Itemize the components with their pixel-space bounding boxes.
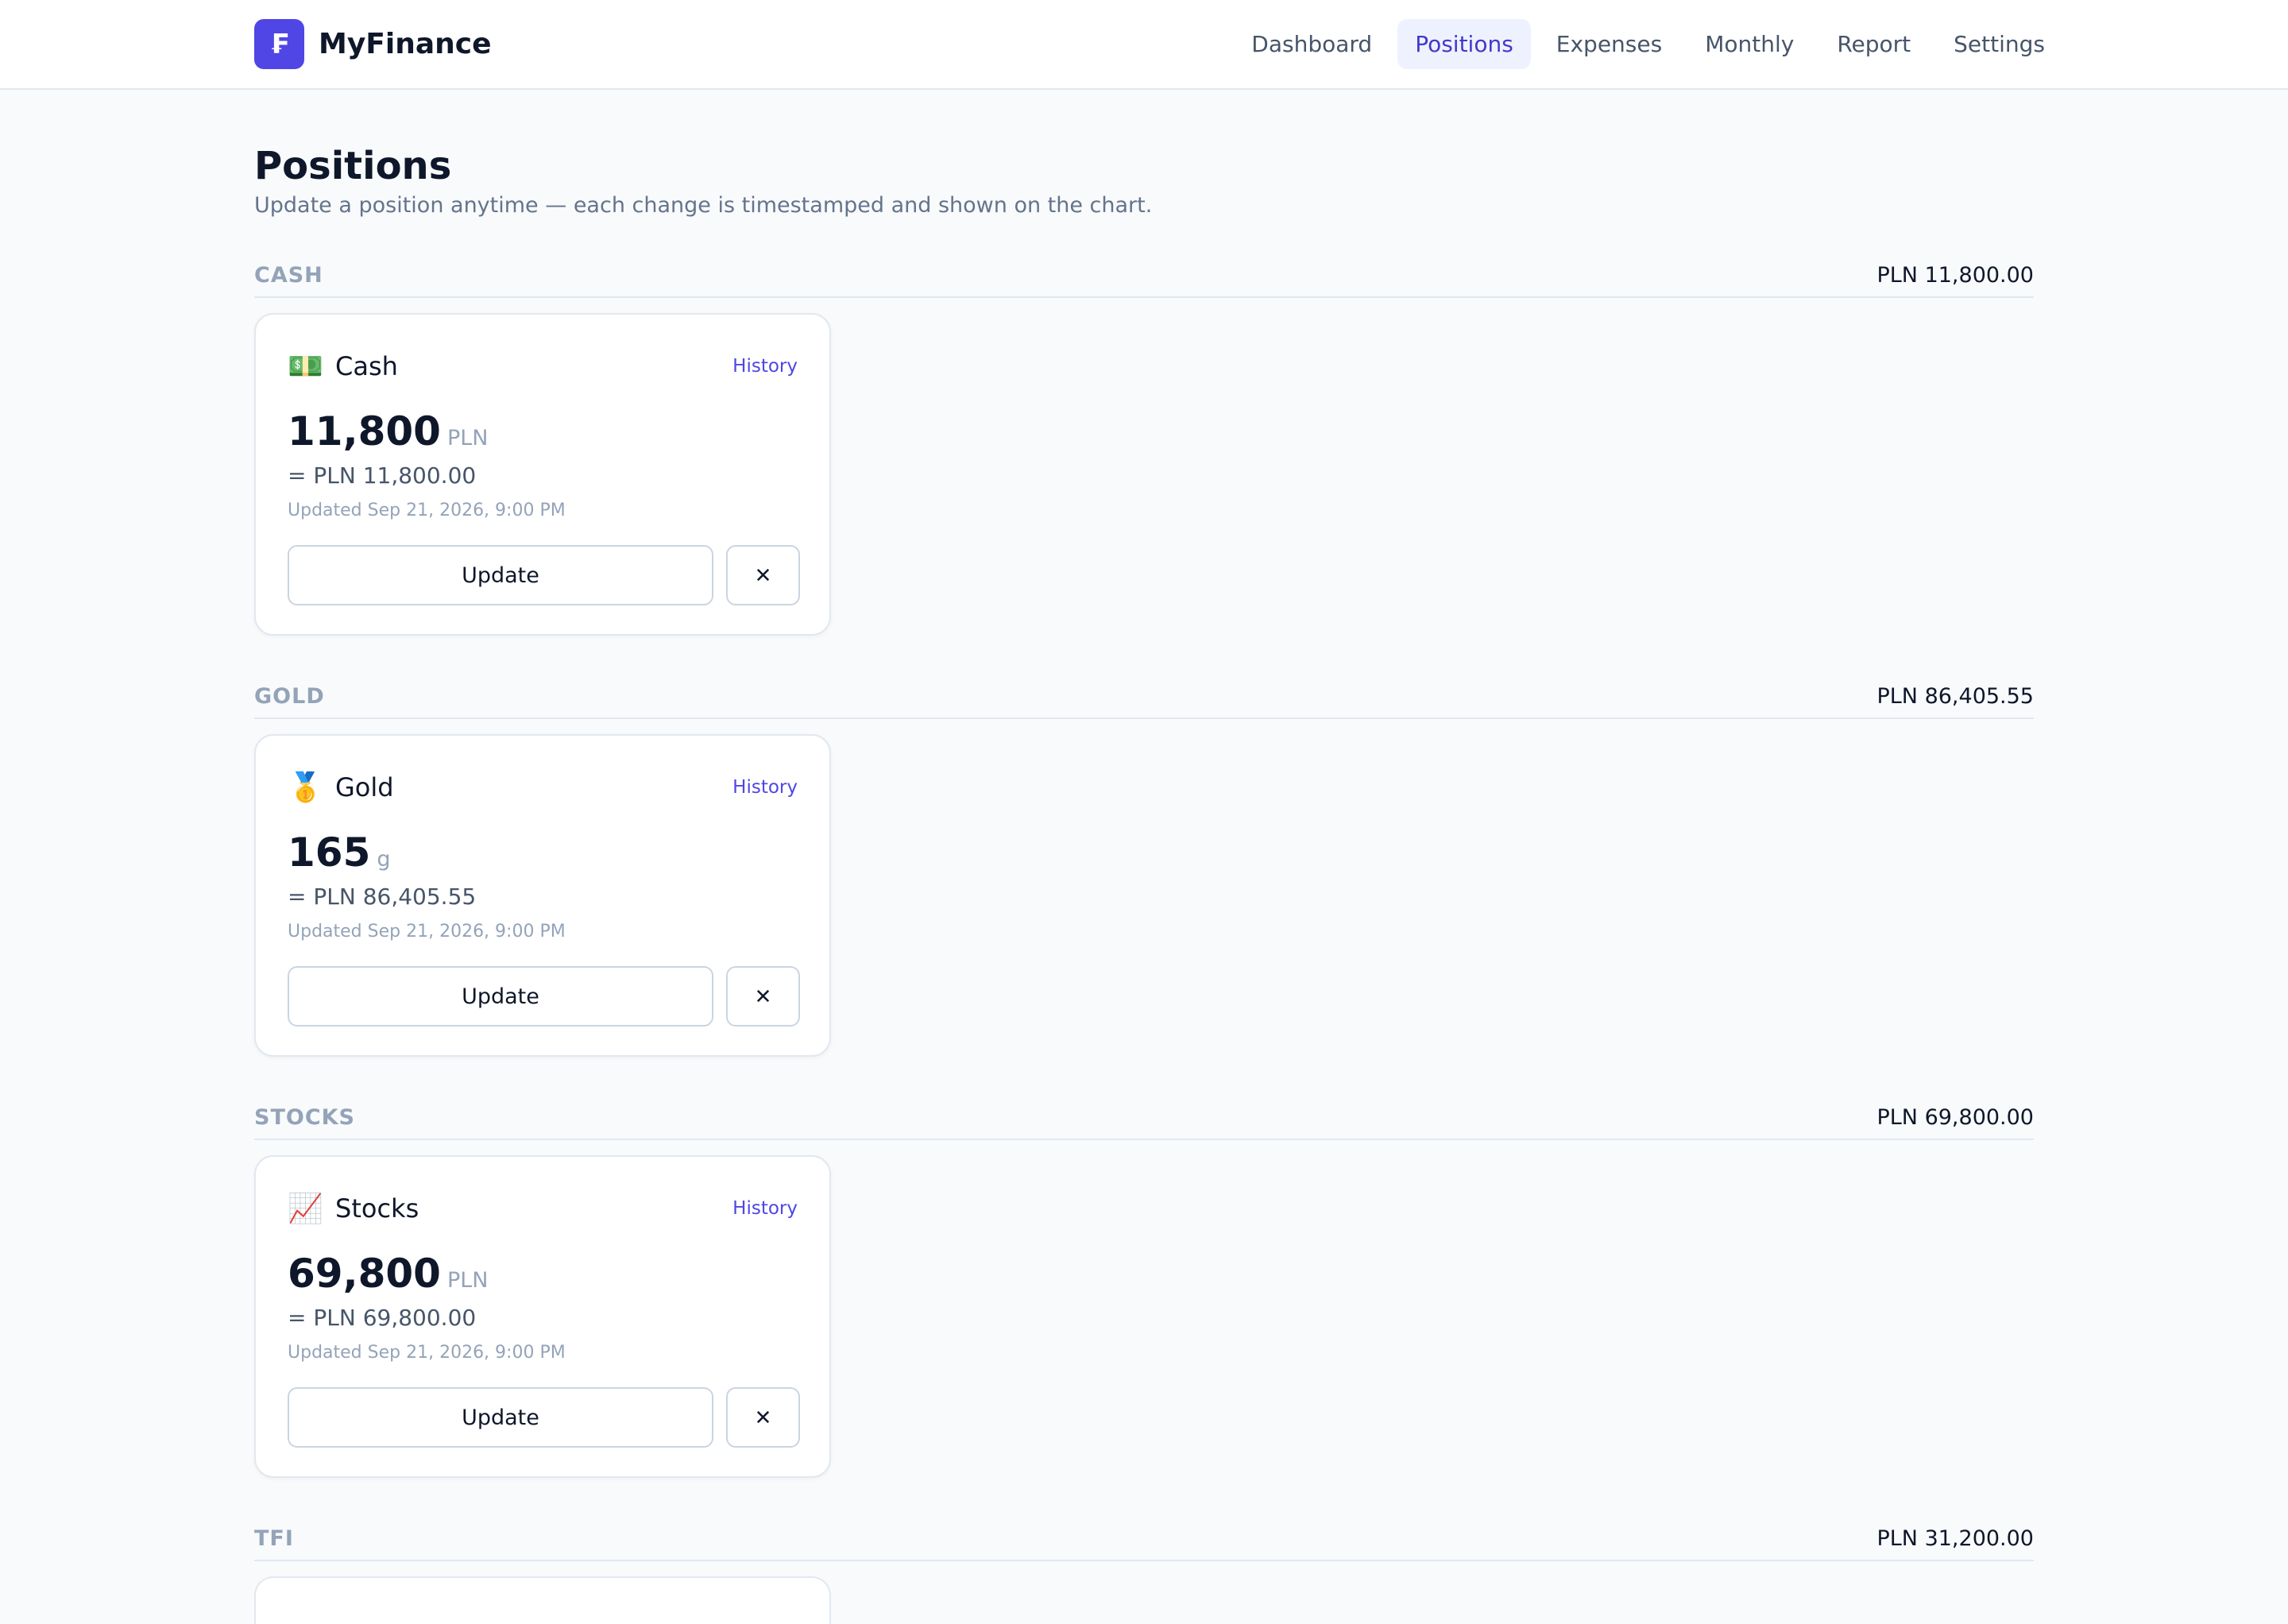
nav-report[interactable]: Report [1819,19,1928,69]
close-icon: ✕ [754,563,772,587]
position-card-stocks: 📈 Stocks History 69,800 PLN = PLN 69,800.… [254,1155,831,1478]
update-button[interactable]: Update [288,966,713,1027]
updated-timestamp: Updated Sep 21, 2026, 9:00 PM [288,922,566,942]
nav-positions[interactable]: Positions [1397,19,1531,69]
amount-value: 69,800 [288,1251,441,1297]
history-link[interactable]: History [732,356,798,377]
updated-timestamp: Updated Sep 21, 2026, 9:00 PM [288,1343,566,1363]
position-amount: 11,800 PLN [288,408,488,454]
section-tfi: TFI PLN 31,200.00 [254,1512,2034,1624]
amount-unit: PLN [446,426,489,450]
brand[interactable]: ₣ MyFinance [254,19,492,69]
chart-increasing-icon: 📈 [288,1193,323,1225]
section-total: PLN 86,405.55 [1876,684,2034,709]
section-header: CASH PLN 11,800.00 [254,249,2034,298]
updated-timestamp: Updated Sep 21, 2026, 9:00 PM [288,501,566,520]
section-stocks: STOCKS PLN 69,800.00 📈 Stocks History 69… [254,1091,2034,1478]
banknote-icon: 💵 [288,350,323,383]
top-navbar: ₣ MyFinance Dashboard Positions Expenses… [0,0,2288,90]
nav-settings[interactable]: Settings [1936,19,2062,69]
position-name: Cash [335,351,398,381]
amount-value: 11,800 [288,408,441,454]
position-card-gold: 🥇 Gold History 165 g = PLN 86,405.55 Upda… [254,734,831,1057]
amount-unit: PLN [446,1268,489,1293]
remove-button[interactable]: ✕ [726,966,800,1027]
section-total: PLN 69,800.00 [1876,1105,2034,1130]
position-card-tfi [254,1576,831,1624]
nav-dashboard[interactable]: Dashboard [1234,19,1389,69]
position-card-cash: 💵 Cash History 11,800 PLN = PLN 11,800.00… [254,313,831,636]
section-total: PLN 11,800.00 [1876,263,2034,288]
history-link[interactable]: History [732,1198,798,1219]
section-name: STOCKS [254,1105,355,1130]
remove-button[interactable]: ✕ [726,1387,800,1448]
page-title: Positions [254,144,452,188]
converted-value: = PLN 86,405.55 [288,884,477,910]
nav-monthly[interactable]: Monthly [1687,19,1811,69]
section-gold: GOLD PLN 86,405.55 🥇 Gold History 165 g =… [254,670,2034,1057]
close-icon: ✕ [754,984,772,1008]
update-button[interactable]: Update [288,1387,713,1448]
app-name: MyFinance [319,28,492,60]
section-cash: CASH PLN 11,800.00 💵 Cash History 11,800… [254,249,2034,636]
page-subtitle: Update a position anytime — each change … [254,193,1153,218]
amount-unit: g [377,847,391,872]
section-total: PLN 31,200.00 [1876,1526,2034,1551]
app-logo-icon: ₣ [254,19,304,69]
position-name: Gold [335,772,394,802]
position-amount: 69,800 PLN [288,1251,488,1297]
nav-expenses[interactable]: Expenses [1539,19,1679,69]
history-link[interactable]: History [732,777,798,798]
section-name: TFI [254,1526,294,1551]
section-header: TFI PLN 31,200.00 [254,1512,2034,1561]
section-name: CASH [254,263,323,288]
amount-value: 165 [288,829,371,876]
remove-button[interactable]: ✕ [726,545,800,605]
position-name: Stocks [335,1193,419,1224]
main-nav: Dashboard Positions Expenses Monthly Rep… [1234,19,2062,69]
converted-value: = PLN 11,800.00 [288,462,477,489]
update-button[interactable]: Update [288,545,713,605]
section-header: STOCKS PLN 69,800.00 [254,1091,2034,1140]
gold-medal-icon: 🥇 [288,771,323,804]
close-icon: ✕ [754,1405,772,1429]
section-header: GOLD PLN 86,405.55 [254,670,2034,719]
section-name: GOLD [254,684,325,709]
converted-value: = PLN 69,800.00 [288,1305,477,1331]
position-amount: 165 g [288,829,391,876]
